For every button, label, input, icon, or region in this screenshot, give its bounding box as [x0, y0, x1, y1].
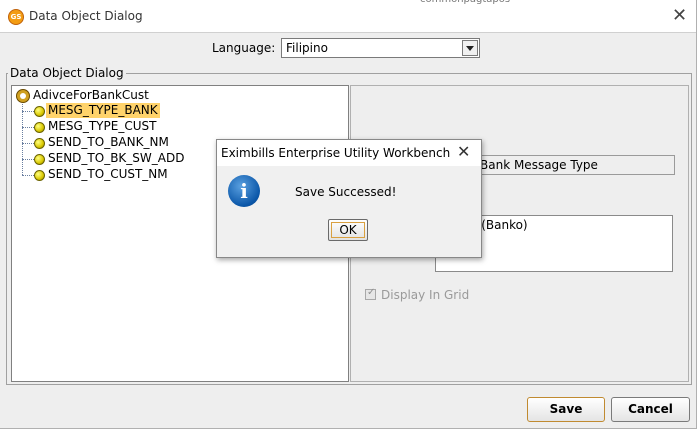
- app-logo-icon: GS: [8, 9, 24, 25]
- checkbox-icon: [365, 287, 376, 300]
- field-bulb-icon: [34, 122, 45, 133]
- tree-root-label: AdivceForBankCust: [33, 88, 149, 102]
- window-title: Data Object Dialog: [29, 9, 143, 23]
- close-icon[interactable]: ✕: [672, 5, 687, 26]
- dialog-title-bar: Eximbills Enterprise Utility Workbench ✕: [217, 140, 481, 166]
- group-title: Data Object Dialog: [8, 66, 126, 80]
- info-icon: i: [228, 175, 260, 207]
- tree-item-label: SEND_TO_BK_SW_ADD: [48, 151, 185, 165]
- save-button[interactable]: Save: [527, 397, 605, 422]
- background-window-text: commonpagtapos: [420, 0, 520, 4]
- dialog-title: Eximbills Enterprise Utility Workbench: [221, 146, 451, 160]
- language-label: Language:: [212, 41, 276, 55]
- field-bulb-icon: [34, 170, 45, 181]
- tree-item-label: SEND_TO_CUST_NM: [48, 167, 168, 181]
- tree-item-send-to-bank-nm[interactable]: SEND_TO_BANK_NM: [22, 135, 202, 151]
- field-bulb-icon: [34, 106, 45, 117]
- tree-item-mesg-type-cust[interactable]: MESG_TYPE_CUST: [22, 119, 202, 135]
- description-value: Bank Message Type: [480, 158, 598, 172]
- title-bar: GS Data Object Dialog commonpagtapos ✕: [0, 0, 696, 33]
- tree-item-send-to-bk-sw-add[interactable]: SEND_TO_BK_SW_ADD: [22, 151, 202, 167]
- cancel-button[interactable]: Cancel: [611, 397, 690, 422]
- language-select[interactable]: Filipino: [281, 38, 480, 58]
- gear-icon: [16, 89, 30, 103]
- close-icon[interactable]: ✕: [457, 142, 470, 161]
- tree-item-mesg-type-bank[interactable]: MESG_TYPE_BANK: [22, 103, 202, 119]
- tree-item-send-to-cust-nm[interactable]: SEND_TO_CUST_NM: [22, 167, 202, 183]
- language-selected-value: Filipino: [286, 41, 328, 55]
- field-bulb-icon: [34, 138, 45, 149]
- dialog-message: Save Successed!: [295, 185, 397, 199]
- field-bulb-icon: [34, 154, 45, 165]
- ok-button[interactable]: OK: [328, 219, 368, 241]
- chevron-down-icon[interactable]: [462, 40, 478, 56]
- tree-item-label: SEND_TO_BANK_NM: [48, 135, 169, 149]
- tree-item-label: MESG_TYPE_CUST: [48, 119, 157, 133]
- display-in-grid-label: Display In Grid: [381, 288, 470, 302]
- data-object-dialog-window: GS Data Object Dialog commonpagtapos ✕ L…: [0, 0, 697, 429]
- save-success-dialog: Eximbills Enterprise Utility Workbench ✕…: [216, 139, 482, 258]
- tree-item-label: MESG_TYPE_BANK: [46, 103, 160, 118]
